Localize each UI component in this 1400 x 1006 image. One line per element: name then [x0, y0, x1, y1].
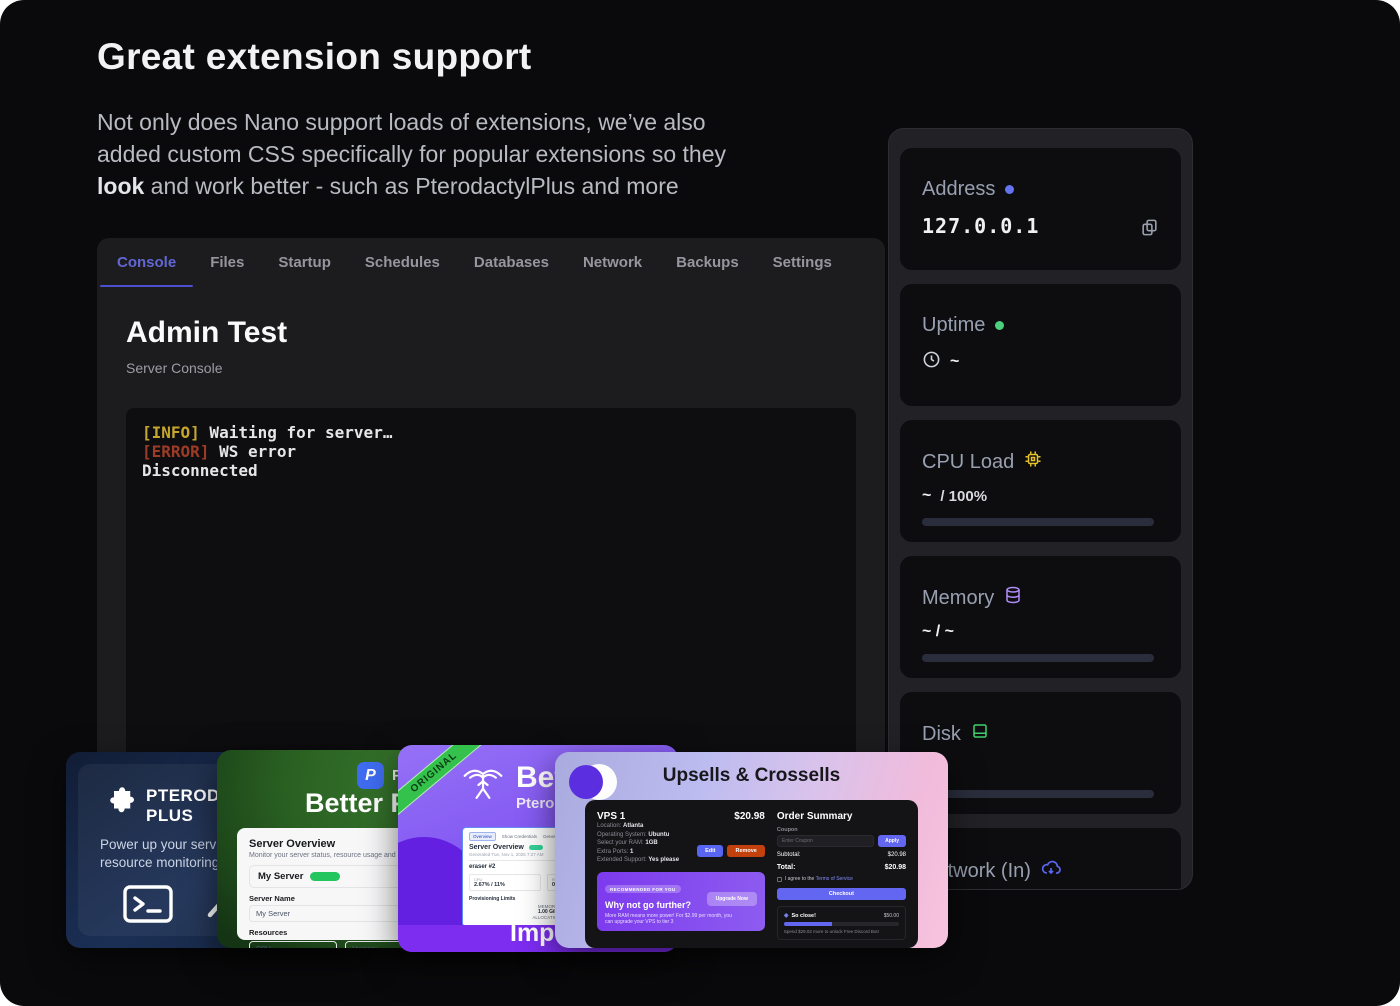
- goal-progress-bar: [784, 922, 899, 926]
- server-name-title: Admin Test: [126, 316, 287, 350]
- address-card: Address 127.0.0.1: [900, 148, 1181, 270]
- tab-startup[interactable]: Startup: [278, 254, 331, 287]
- tab-databases[interactable]: Databases: [474, 254, 549, 287]
- vps-support: Extended Support: Yes please: [597, 856, 765, 865]
- my-server-name: My Server: [258, 871, 303, 882]
- server-console-subtitle: Server Console: [126, 360, 223, 376]
- cloud-download-icon: [1041, 858, 1061, 884]
- terms-checkbox[interactable]: [777, 877, 782, 882]
- vps-os: Operating System: Ubuntu: [597, 831, 765, 840]
- goal-title: ◈So close!: [784, 912, 816, 919]
- log-error-tag: [ERROR]: [142, 442, 209, 461]
- upgrade-promo-banner: RECOMMENDED FOR YOU Why not go further? …: [597, 872, 765, 931]
- log-info-text: Waiting for server…: [200, 423, 393, 442]
- intro-bold-word: look: [97, 173, 144, 199]
- uptime-status-dot: [995, 321, 1004, 330]
- terminal-icon: [122, 884, 174, 929]
- online-status-badge: [310, 872, 340, 881]
- upgrade-now-button[interactable]: Upgrade Now: [707, 892, 757, 906]
- tab-schedules[interactable]: Schedules: [365, 254, 440, 287]
- total-row: Total:$20.98: [777, 864, 906, 871]
- cpu-card: CPU Load ~ / 100%: [900, 420, 1181, 542]
- cpu-limit: / 100%: [940, 488, 987, 505]
- mini-cpu-stat: CPU 2.67% / 11%: [469, 874, 541, 891]
- remove-button[interactable]: Remove: [727, 845, 764, 857]
- vps-name: VPS 1: [597, 811, 625, 822]
- terms-agree-row: I agree to the Terms of Service: [777, 876, 906, 882]
- mini-tab-credentials: Show Credentials: [502, 834, 537, 839]
- memory-value: ~ / ~: [922, 623, 954, 641]
- recommended-badge: RECOMMENDED FOR YOU: [605, 885, 681, 893]
- tab-console[interactable]: Console: [117, 254, 176, 287]
- log-error-text: WS error: [209, 442, 296, 461]
- cpu-progress-bar: [922, 518, 1154, 526]
- subtotal-row: Subtotal:$20.98: [777, 852, 906, 858]
- intro-line-3-rest: and work better - such as PterodactylPlu…: [144, 173, 678, 199]
- intro-line-2: added custom CSS specifically for popula…: [97, 138, 857, 170]
- mini-server-overview-title: Server Overview: [469, 844, 524, 851]
- memory-label: Memory: [922, 587, 994, 610]
- page-title: Great extension support: [97, 36, 532, 78]
- cpu-icon: [1024, 450, 1042, 474]
- extension-card-upsells-crossells[interactable]: Upsells & Crossells VPS 1 $20.98 Locatio…: [555, 752, 948, 948]
- order-summary-title: Order Summary: [777, 811, 906, 822]
- memory-progress-bar: [922, 654, 1154, 662]
- checkout-button[interactable]: Checkout: [777, 888, 906, 900]
- uptime-value: ~: [950, 353, 959, 371]
- uptime-card: Uptime ~: [900, 284, 1181, 406]
- console-line: [INFO] Waiting for server…: [142, 423, 840, 442]
- tab-settings[interactable]: Settings: [773, 254, 832, 287]
- pterodactyl-logo-icon: [460, 763, 506, 812]
- tab-bar: Console Files Startup Schedules Database…: [97, 238, 885, 287]
- tab-backups[interactable]: Backups: [676, 254, 739, 287]
- cpu-value: ~: [922, 487, 931, 505]
- console-line: [ERROR] WS error: [142, 442, 840, 461]
- uptime-label: Uptime: [922, 314, 985, 337]
- gem-icon: ◈: [784, 913, 789, 919]
- address-label: Address: [922, 178, 995, 201]
- goal-amount: $50.00: [884, 913, 899, 919]
- coupon-input[interactable]: [777, 835, 874, 847]
- upsells-screenshot-panel: VPS 1 $20.98 Location: Atlanta Operating…: [585, 800, 918, 948]
- upsells-title: Upsells & Crossells: [555, 765, 948, 787]
- log-disconnected-text: Disconnected: [142, 461, 258, 480]
- disk-label: Disk: [922, 723, 961, 746]
- tab-network[interactable]: Network: [583, 254, 642, 287]
- mini-tab-overview: Overview: [469, 832, 496, 841]
- intro-line-3: look and work better - such as Pterodact…: [97, 170, 857, 202]
- page-background: Great extension support Not only does Na…: [0, 0, 1400, 1006]
- better-panel-title: Better P: [305, 788, 409, 819]
- edit-button[interactable]: Edit: [697, 845, 723, 857]
- mini-online-badge: [529, 845, 543, 850]
- cpu-label: CPU Load: [922, 451, 1014, 474]
- intro-paragraph: Not only does Nano support loads of exte…: [97, 106, 857, 202]
- disk-progress-bar: [922, 790, 1154, 798]
- console-line: Disconnected: [142, 461, 840, 480]
- hard-drive-icon: [971, 722, 989, 746]
- promo-description: More RAM means more power! For $2.99 per…: [605, 913, 735, 925]
- address-status-dot: [1005, 185, 1014, 194]
- log-info-tag: [INFO]: [142, 423, 200, 442]
- cpu-resource-box: CPU: [249, 941, 337, 948]
- goal-note: Spend $29.02 more to unlock Free Discord…: [784, 929, 899, 934]
- spend-goal-panel: ◈So close! $50.00 Spend $29.02 more to u…: [777, 906, 906, 940]
- apply-coupon-button[interactable]: Apply: [878, 835, 906, 847]
- copy-icon[interactable]: [1140, 218, 1159, 242]
- vps-location: Location: Atlanta: [597, 822, 765, 831]
- intro-line-1: Not only does Nano support loads of exte…: [97, 106, 857, 138]
- puzzle-icon: [104, 786, 134, 821]
- database-icon: [1004, 586, 1022, 610]
- panel-p-logo-icon: P: [357, 762, 384, 789]
- clock-icon: [922, 350, 941, 374]
- terms-of-service-link[interactable]: Terms of Service: [816, 876, 853, 882]
- tab-files[interactable]: Files: [210, 254, 244, 287]
- coupon-label: Coupon: [777, 827, 906, 833]
- address-value: 127.0.0.1: [922, 214, 1159, 238]
- vps-price: $20.98: [734, 811, 765, 822]
- memory-card: Memory ~ / ~: [900, 556, 1181, 678]
